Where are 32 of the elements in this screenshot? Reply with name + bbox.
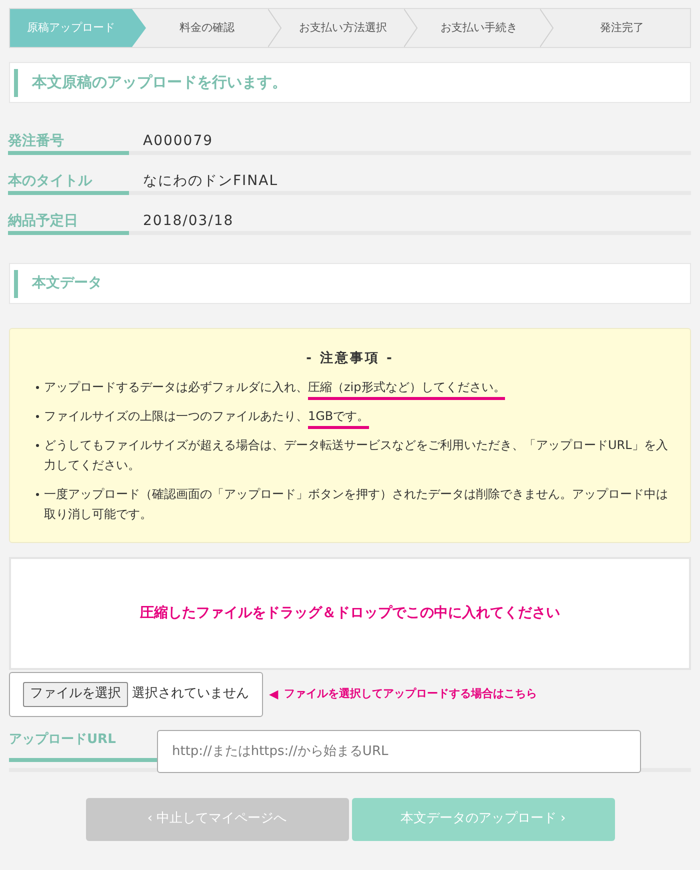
field-label: 本のタイトル <box>8 171 129 195</box>
step-tab[interactable]: 料金の確認 <box>146 9 268 47</box>
drop-zone-text: 圧縮したファイルをドラッグ＆ドロップでこの中に入れてください <box>140 604 560 622</box>
step-tab[interactable]: お支払い手続き <box>418 9 540 47</box>
page-heading: 本文原稿のアップロードを行います。 <box>32 72 287 94</box>
notice-text: ファイルサイズの上限は一つのファイルあたり、1GBです。 <box>44 406 370 426</box>
field-value: なにわのドンFINAL <box>143 172 278 191</box>
notice-text: どうしてもファイルサイズが超える場合は、データ転送サービスなどをご利用いただき、「アップロードURL」を入力してください。 <box>44 436 669 474</box>
url-input[interactable]: http://またはhttps://から始まるURL <box>157 730 641 772</box>
bullet-icon <box>36 492 38 496</box>
chevron-icon <box>404 9 418 47</box>
field-label: 納品予定日 <box>8 211 129 235</box>
step-tab[interactable]: お支払い方法選択 <box>282 9 404 47</box>
bullet-icon <box>36 386 38 388</box>
notice-text: アップロードするデータは必ずフォルダに入れ、圧縮（zip形式など）してください。 <box>44 376 506 396</box>
notice-title: - 注意事項 - <box>305 350 395 368</box>
field-label: 発注番号 <box>8 131 129 155</box>
file-hint: ファイルを選択してアップロードする場合はこちら <box>284 686 538 702</box>
step-arrow-icon <box>132 9 146 47</box>
bullet-icon <box>36 444 38 446</box>
section-heading: 本文データ <box>32 274 102 293</box>
field-value: 2018/03/18 <box>143 212 234 231</box>
chevron-icon <box>540 9 554 47</box>
notice-text: 一度アップロード（確認画面の「アップロード」ボタンを押す）されたデータは削除できません。アップロード中は取り消し可能です。 <box>44 486 669 522</box>
arrow-glyph: ◀ <box>269 686 278 703</box>
field-value: A000079 <box>143 132 214 151</box>
file-status: 選択されていません <box>132 685 249 704</box>
bullet-icon <box>36 414 38 418</box>
drop-zone[interactable]: 圧縮したファイルをドラッグ＆ドロップでこの中に入れてください <box>9 556 691 670</box>
choose-file-button[interactable]: ファイルを選択 <box>23 682 128 706</box>
step-tab[interactable]: 発注完了 <box>554 9 690 47</box>
chevron-icon <box>268 9 282 47</box>
